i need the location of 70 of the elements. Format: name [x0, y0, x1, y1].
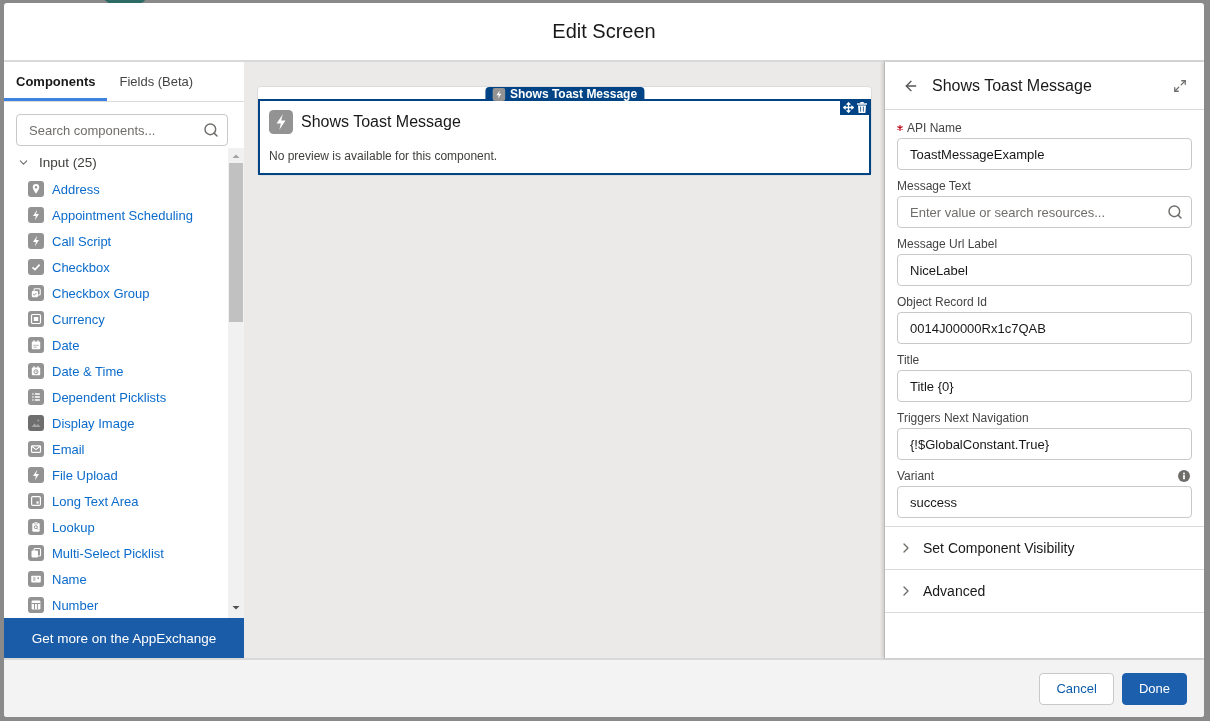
field-label: Object Record Id — [897, 294, 988, 310]
component-item[interactable]: Long Text Area — [4, 488, 228, 514]
component-item[interactable]: Address — [4, 176, 228, 202]
component-item[interactable]: Name — [4, 566, 228, 592]
move-icon[interactable] — [843, 102, 854, 113]
component-item[interactable]: Multi-Select Picklist — [4, 540, 228, 566]
field-label: API Name — [907, 120, 962, 136]
lightning-bolt-icon — [269, 110, 293, 134]
preview-note: No preview is available for this component. — [269, 148, 499, 164]
tab[interactable]: Components — [4, 62, 108, 101]
component-item[interactable]: Currency — [4, 306, 228, 332]
panel-title: Shows Toast Message — [932, 76, 1092, 95]
image-icon — [28, 415, 44, 431]
scrollbar[interactable] — [228, 148, 244, 618]
input-field[interactable]: ToastMessageExample — [897, 138, 1192, 170]
search-field[interactable]: Search components... — [16, 114, 228, 146]
calendar-clock-icon — [28, 363, 44, 379]
lightning-bolt-icon — [28, 233, 44, 249]
component-item[interactable]: Date & Time — [4, 358, 228, 384]
field-label: Message Text — [897, 178, 971, 194]
component-item[interactable]: Checkbox — [4, 254, 228, 280]
component-item[interactable]: Date — [4, 332, 228, 358]
map-pin-icon — [28, 181, 44, 197]
clipboard-search-icon — [28, 519, 44, 535]
tag-label: Shows Toast Message — [509, 87, 638, 101]
calendar-icon — [28, 337, 44, 353]
component-item[interactable]: Number — [4, 592, 228, 618]
section-toggle[interactable]: Set Component Visibility — [885, 527, 1204, 570]
field-label: Message Url Label — [897, 236, 998, 252]
input-field[interactable]: Title {0} — [897, 370, 1192, 402]
component-item[interactable]: Lookup — [4, 514, 228, 540]
tab[interactable]: Fields (Beta) — [107, 62, 206, 101]
stacked-pages-icon — [28, 545, 44, 561]
secondary-button[interactable]: Cancel — [1039, 672, 1114, 705]
trash-icon[interactable] — [857, 102, 867, 113]
appexchange-link[interactable]: Get more on the AppExchange — [4, 618, 244, 658]
grid-icon — [28, 597, 44, 613]
input-field[interactable]: {!$GlobalConstant.True} — [897, 428, 1192, 460]
group-toggle[interactable]: Input (25) — [4, 152, 97, 172]
component-title: Shows Toast Message — [301, 113, 461, 131]
section-toggle[interactable]: Advanced — [885, 570, 1204, 613]
component-item[interactable]: Dependent Picklists — [4, 384, 228, 410]
field-label: Triggers Next Navigation — [897, 410, 1029, 426]
search-icon — [203, 122, 219, 138]
input-field[interactable]: Enter value or search resources... — [897, 196, 1192, 228]
component-item[interactable]: Appointment Scheduling — [4, 202, 228, 228]
field-label: Title — [897, 352, 920, 368]
info-icon[interactable] — [1178, 470, 1190, 482]
list-icon — [28, 389, 44, 405]
expand-icon[interactable] — [1173, 78, 1187, 93]
component-item[interactable]: Display Image — [4, 410, 228, 436]
search-icon — [1167, 204, 1183, 220]
framed-square-icon — [28, 311, 44, 327]
modal-title: Edit Screen — [552, 20, 656, 43]
component-item[interactable]: Checkbox Group — [4, 280, 228, 306]
stacked-checkbox-icon — [28, 285, 44, 301]
primary-button[interactable]: Done — [1121, 672, 1187, 705]
input-field[interactable]: 0014J00000Rx1c7QAB — [897, 312, 1192, 344]
lightning-bolt-icon — [28, 207, 44, 223]
lightning-bolt-icon — [28, 467, 44, 483]
id-card-icon — [28, 571, 44, 587]
component-item[interactable]: Call Script — [4, 228, 228, 254]
checkmark-icon — [28, 259, 44, 275]
text-area-icon — [28, 493, 44, 509]
component-item[interactable]: Email — [4, 436, 228, 462]
envelope-icon — [28, 441, 44, 457]
input-field[interactable]: success — [897, 486, 1192, 518]
field-label: Variant — [897, 468, 935, 484]
input-field[interactable]: NiceLabel — [897, 254, 1192, 286]
component-item[interactable]: File Upload — [4, 462, 228, 488]
